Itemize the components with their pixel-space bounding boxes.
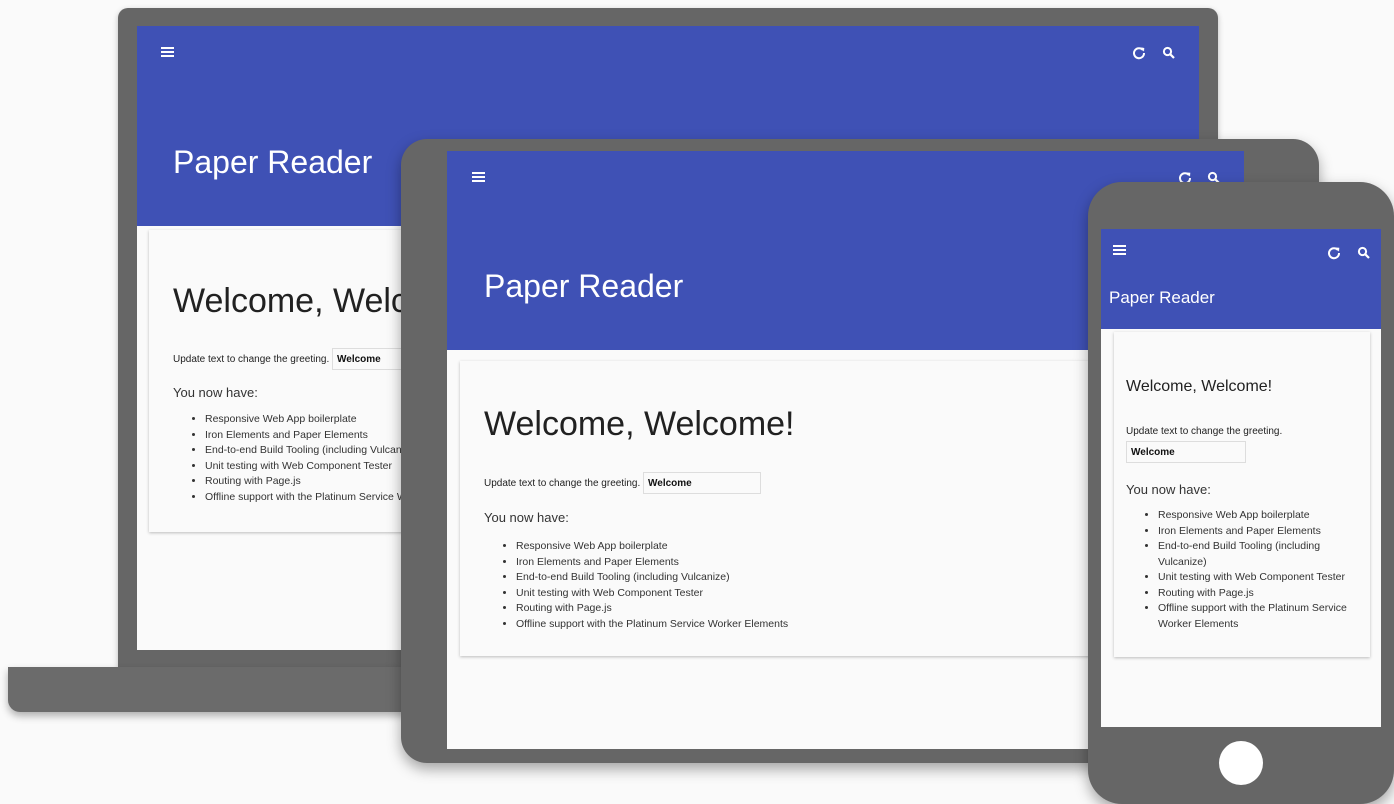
refresh-icon[interactable] (1327, 246, 1341, 260)
greeting-form: Update text to change the greeting. (1126, 426, 1283, 464)
list-item: Offline support with the Platinum Servic… (516, 617, 788, 633)
list-item: Routing with Page.js (1158, 586, 1370, 602)
greeting-card: Welcome, Welcome! Update text to change … (1114, 332, 1370, 657)
app-title: Paper Reader (1109, 288, 1215, 307)
update-label: Update text to change the greeting. (1126, 426, 1283, 437)
update-label: Update text to change the greeting. (484, 477, 641, 489)
greeting-form: Update text to change the greeting. (484, 472, 762, 494)
greeting-heading: Welcome, Welcome! (484, 405, 795, 443)
list-item: End-to-end Build Tooling (including Vulc… (516, 570, 788, 586)
update-label: Update text to change the greeting. (173, 353, 330, 365)
list-item: Iron Elements and Paper Elements (1158, 524, 1370, 540)
search-icon[interactable] (1162, 46, 1176, 60)
features-intro: You now have: (173, 385, 258, 400)
search-icon[interactable] (1357, 246, 1371, 260)
refresh-icon[interactable] (1132, 46, 1146, 60)
phone-screen: Paper Reader Welcome, Welcome! Update te… (1101, 229, 1381, 727)
greeting-input[interactable] (1126, 441, 1246, 464)
greeting-heading: Welcome, Welcome! (1126, 378, 1273, 395)
list-item: Routing with Page.js (516, 601, 788, 617)
list-item: Responsive Web App boilerplate (1158, 508, 1370, 524)
greeting-input[interactable] (643, 472, 762, 494)
list-item: Responsive Web App boilerplate (516, 539, 788, 555)
features-intro: You now have: (1126, 482, 1211, 497)
app-title: Paper Reader (484, 268, 684, 304)
menu-icon[interactable] (1113, 245, 1126, 255)
list-item: End-to-end Build Tooling (including Vulc… (1158, 539, 1370, 570)
app-header: Paper Reader (1101, 229, 1381, 329)
features-list: Responsive Web App boilerplate Iron Elem… (1140, 508, 1370, 632)
app-title: Paper Reader (173, 144, 373, 180)
menu-icon[interactable] (472, 172, 485, 182)
features-intro: You now have: (484, 510, 569, 525)
features-list: Responsive Web App boilerplate Iron Elem… (498, 539, 788, 632)
list-item: Unit testing with Web Component Tester (516, 586, 788, 602)
home-button[interactable] (1219, 741, 1263, 785)
list-item: Offline support with the Platinum Servic… (1158, 601, 1370, 632)
list-item: Iron Elements and Paper Elements (516, 555, 788, 571)
menu-icon[interactable] (161, 47, 174, 57)
list-item: Unit testing with Web Component Tester (1158, 570, 1370, 586)
